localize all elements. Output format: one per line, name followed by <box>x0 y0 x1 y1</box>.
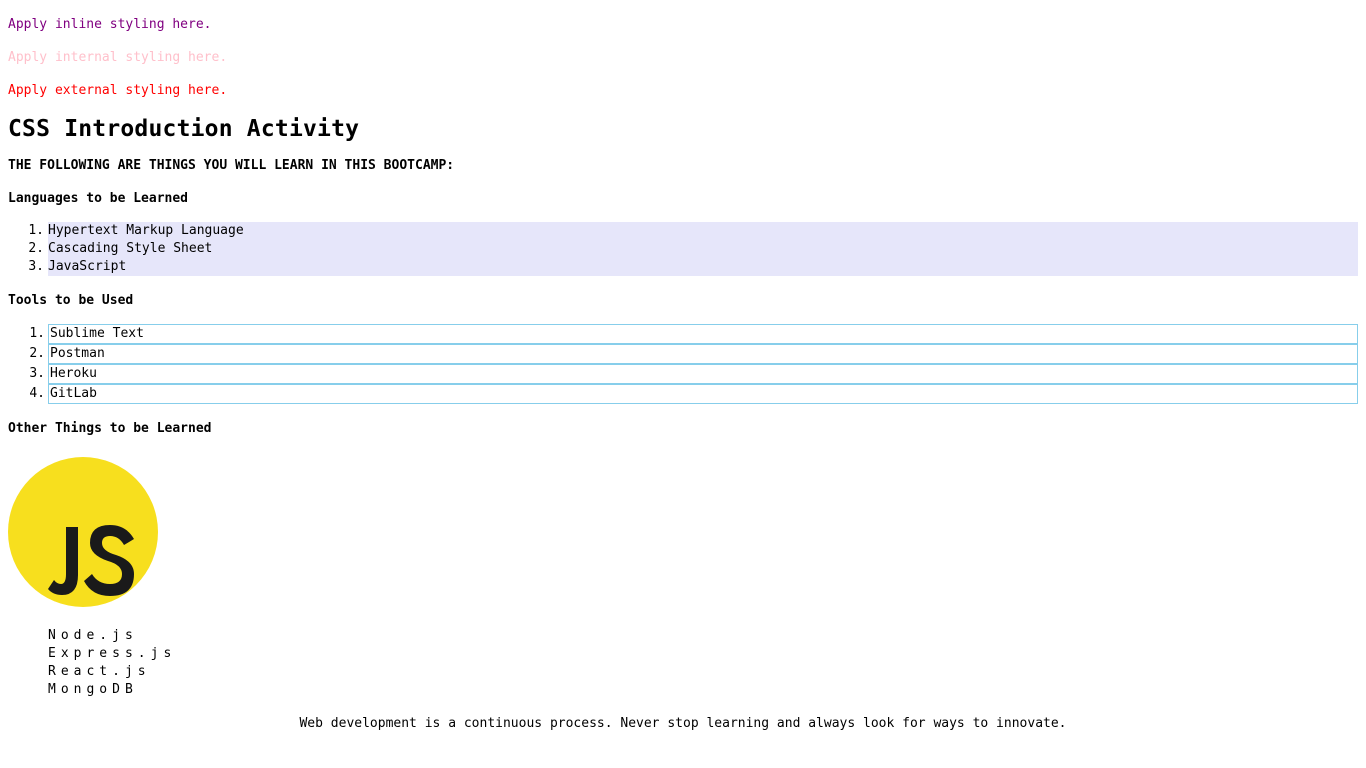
list-item-label: Sublime Text <box>50 326 144 341</box>
page: Apply inline styling here. Apply interna… <box>0 0 1366 732</box>
list-item-label: GitLab <box>50 386 97 401</box>
tools-list: 1. Sublime Text 2. Postman 3. Heroku 4. GitL… <box>29 324 1358 404</box>
languages-list: 1. Hypertext Markup Language 2. Cascading … <box>28 222 1358 276</box>
list-number: 3. <box>28 259 44 274</box>
other-list: Node.js Express.js React.js MongoDB <box>48 627 1358 699</box>
list-item: 1. Hypertext Markup Language <box>28 222 1358 240</box>
list-item: React.js <box>48 664 151 679</box>
languages-heading: Languages to be Learned <box>8 191 189 206</box>
list-item: 2. Cascading Style Sheet <box>28 240 1358 258</box>
other-heading: Other Things to be Learned <box>8 421 212 436</box>
internal-style-note: Apply internal styling here. <box>8 50 228 65</box>
list-number: 2. <box>29 346 45 361</box>
tools-heading: Tools to be Used <box>8 293 134 308</box>
list-item: 3. Heroku <box>29 364 1358 384</box>
list-number: 3. <box>29 366 45 381</box>
list-item: 1. Sublime Text <box>29 324 1358 344</box>
page-title: CSS Introduction Activity <box>8 116 360 142</box>
list-number: 1. <box>28 223 44 238</box>
list-item: Node.js <box>48 628 138 643</box>
page-subtitle: THE FOLLOWING ARE THINGS YOU WILL LEARN … <box>8 158 455 173</box>
javascript-logo-icon <box>8 457 158 607</box>
list-item-label: Hypertext Markup Language <box>48 223 244 238</box>
list-number: 4. <box>29 386 45 401</box>
list-item: 3. JavaScript <box>28 258 1358 276</box>
list-item: Express.js <box>48 646 177 661</box>
list-item: MongoDB <box>48 682 138 697</box>
inline-style-note: Apply inline styling here. <box>8 17 212 32</box>
javascript-logo-glyph <box>48 525 134 596</box>
footer-text: Web development is a continuous process.… <box>299 716 1067 731</box>
list-item-label: Cascading Style Sheet <box>48 241 213 256</box>
list-item: 2. Postman <box>29 344 1358 364</box>
list-item-label: JavaScript <box>48 259 127 274</box>
list-number: 1. <box>29 326 45 341</box>
list-number: 2. <box>28 241 44 256</box>
external-style-note: Apply external styling here. <box>8 83 228 98</box>
list-item-label: Postman <box>50 346 105 361</box>
list-item-label: Heroku <box>50 366 97 381</box>
list-item: 4. GitLab <box>29 384 1358 404</box>
